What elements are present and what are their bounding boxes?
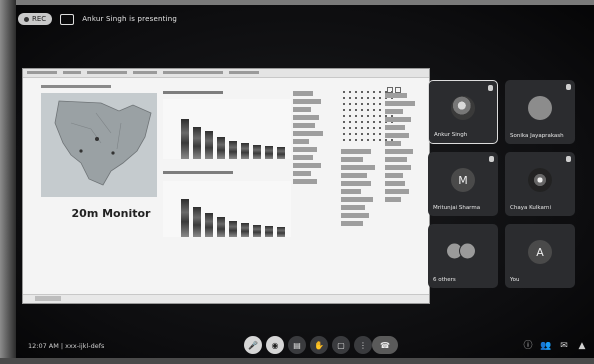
avatar	[451, 96, 475, 121]
activities-icon[interactable]: ▲	[576, 340, 588, 352]
participant-name: 6 others	[433, 277, 456, 283]
table-column-2	[341, 149, 381, 229]
mic-icon	[489, 156, 494, 162]
presenting-text: Ankur Singh is presenting	[82, 15, 177, 23]
map-panel	[41, 93, 157, 197]
checkbox-icon	[395, 87, 401, 93]
mic-icon	[566, 156, 571, 162]
table-column-3	[385, 93, 423, 205]
recording-badge: REC	[18, 13, 53, 25]
meeting-top-bar: REC Ankur Singh is presenting	[18, 8, 177, 30]
avatar	[528, 168, 552, 193]
bar-chart-bottom	[163, 181, 291, 237]
bar-chart-top	[163, 99, 291, 159]
hand-icon[interactable]: ✋	[310, 336, 328, 354]
participant-tile[interactable]: M Mritunjai Sharma	[428, 152, 498, 216]
group-avatar	[446, 242, 476, 260]
more-icon[interactable]: ⋮	[354, 336, 372, 354]
avatar	[528, 96, 552, 121]
record-icon	[24, 16, 29, 22]
participant-tile[interactable]: Chaya Kulkarni	[505, 152, 575, 216]
participant-tile[interactable]: A You	[505, 224, 575, 288]
monitor-bezel-left	[0, 0, 16, 364]
shared-screen: 20m Monitor	[22, 68, 430, 304]
info-icon[interactable]: ⓘ	[522, 340, 534, 352]
chat-icon[interactable]: ✉	[558, 340, 570, 352]
people-icon[interactable]: 👥	[540, 340, 552, 352]
participant-name: Mritunjai Sharma	[433, 205, 481, 211]
participant-tile[interactable]: Ankur Singh	[428, 80, 498, 144]
present-icon[interactable]: ▢	[332, 336, 350, 354]
captions-icon[interactable]: ▤	[288, 336, 306, 354]
map-title	[41, 85, 111, 88]
presentation-icon	[60, 13, 75, 25]
participant-name: You	[510, 277, 520, 283]
camera-icon[interactable]: ◉	[266, 336, 284, 354]
monitor-title: 20m Monitor	[71, 207, 151, 220]
participant-name: Sonika Jayaprakash	[510, 133, 564, 139]
recording-label: REC	[32, 15, 47, 23]
participant-name: Chaya Kulkarni	[510, 205, 552, 211]
participant-tile[interactable]: Sonika Jayaprakash	[505, 80, 575, 144]
participant-tile[interactable]: 6 others	[428, 224, 498, 288]
avatar: A	[528, 240, 552, 265]
mic-icon[interactable]: 🎤	[244, 336, 262, 354]
mic-icon	[566, 84, 571, 90]
end-call-icon[interactable]: ☎	[372, 336, 398, 354]
call-control-bar: 12:07 AM | xxx-ijkl-defs 🎤 ◉ ▤ ✋ ▢ ⋮ ☎ ⓘ…	[16, 334, 594, 358]
chart-title-bottom	[163, 171, 233, 174]
monitor-photo: REC Ankur Singh is presenting 20m Monito…	[0, 0, 594, 364]
shared-status-bar	[23, 294, 429, 303]
checkbox-icon	[387, 87, 393, 93]
monitor-bezel-top	[0, 0, 594, 5]
mic-icon	[488, 85, 493, 91]
avatar: M	[451, 168, 475, 193]
table-column-1	[293, 91, 329, 187]
participant-name: Ankur Singh	[434, 132, 468, 138]
monitor-bezel-bottom	[0, 358, 594, 364]
shared-toolbar	[23, 69, 429, 78]
meeting-clock: 12:07 AM | xxx-ijkl-defs	[28, 342, 105, 350]
chart-title-top	[163, 91, 223, 94]
